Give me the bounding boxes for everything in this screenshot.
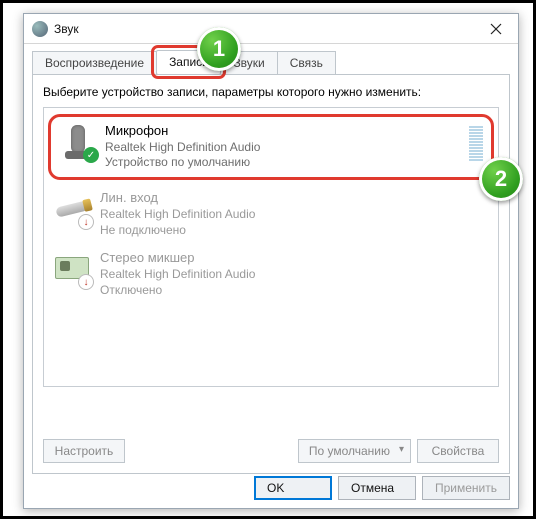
- arrow-down-icon: ↓: [78, 274, 94, 290]
- panel-buttons: Настроить По умолчанию Свойства: [43, 439, 499, 463]
- device-status: Устройство по умолчанию: [105, 155, 461, 171]
- arrow-down-icon: ↓: [78, 214, 94, 230]
- annotation-badge-2: 2: [479, 157, 523, 201]
- titlebar[interactable]: Звук: [24, 14, 518, 44]
- tabs: Воспроизведение Запись Звуки Связь: [24, 44, 518, 74]
- device-name: Стерео микшер: [100, 250, 488, 267]
- cancel-button[interactable]: Отмена: [338, 476, 416, 500]
- device-stereo-mix[interactable]: ↓ Стерео микшер Realtek High Definition …: [44, 244, 498, 304]
- soundcard-icon: ↓: [54, 250, 90, 286]
- device-line-in[interactable]: ↓ Лин. вход Realtek High Definition Audi…: [44, 184, 498, 244]
- line-in-icon: ↓: [54, 190, 90, 226]
- device-status: Отключено: [100, 283, 488, 299]
- tab-playback[interactable]: Воспроизведение: [32, 51, 157, 75]
- device-name: Микрофон: [105, 123, 461, 140]
- instruction-text: Выберите устройство записи, параметры ко…: [43, 85, 499, 99]
- device-sub: Realtek High Definition Audio: [100, 267, 488, 283]
- window-title: Звук: [54, 22, 79, 36]
- microphone-icon: ✓: [59, 123, 95, 159]
- apply-button[interactable]: Применить: [422, 476, 510, 500]
- tab-communications[interactable]: Связь: [277, 51, 336, 75]
- set-default-button[interactable]: По умолчанию: [298, 439, 411, 463]
- properties-button[interactable]: Свойства: [417, 439, 499, 463]
- close-icon: [490, 23, 502, 35]
- device-sub: Realtek High Definition Audio: [105, 140, 461, 156]
- dialog-buttons: OK Отмена Применить: [254, 476, 510, 500]
- close-button[interactable]: [474, 14, 518, 44]
- speaker-icon: [32, 21, 48, 37]
- level-meter-icon: [469, 123, 483, 161]
- ok-button[interactable]: OK: [254, 476, 332, 500]
- check-icon: ✓: [83, 147, 99, 163]
- device-status: Не подключено: [100, 223, 488, 239]
- device-sub: Realtek High Definition Audio: [100, 207, 488, 223]
- device-list[interactable]: ✓ Микрофон Realtek High Definition Audio…: [43, 107, 499, 387]
- configure-button[interactable]: Настроить: [43, 439, 125, 463]
- sound-dialog: Звук Воспроизведение Запись Звуки Связь …: [23, 13, 519, 509]
- device-microphone[interactable]: ✓ Микрофон Realtek High Definition Audio…: [48, 114, 494, 180]
- annotation-badge-1: 1: [197, 27, 241, 71]
- tab-panel-recording: Выберите устройство записи, параметры ко…: [32, 74, 510, 474]
- device-name: Лин. вход: [100, 190, 488, 207]
